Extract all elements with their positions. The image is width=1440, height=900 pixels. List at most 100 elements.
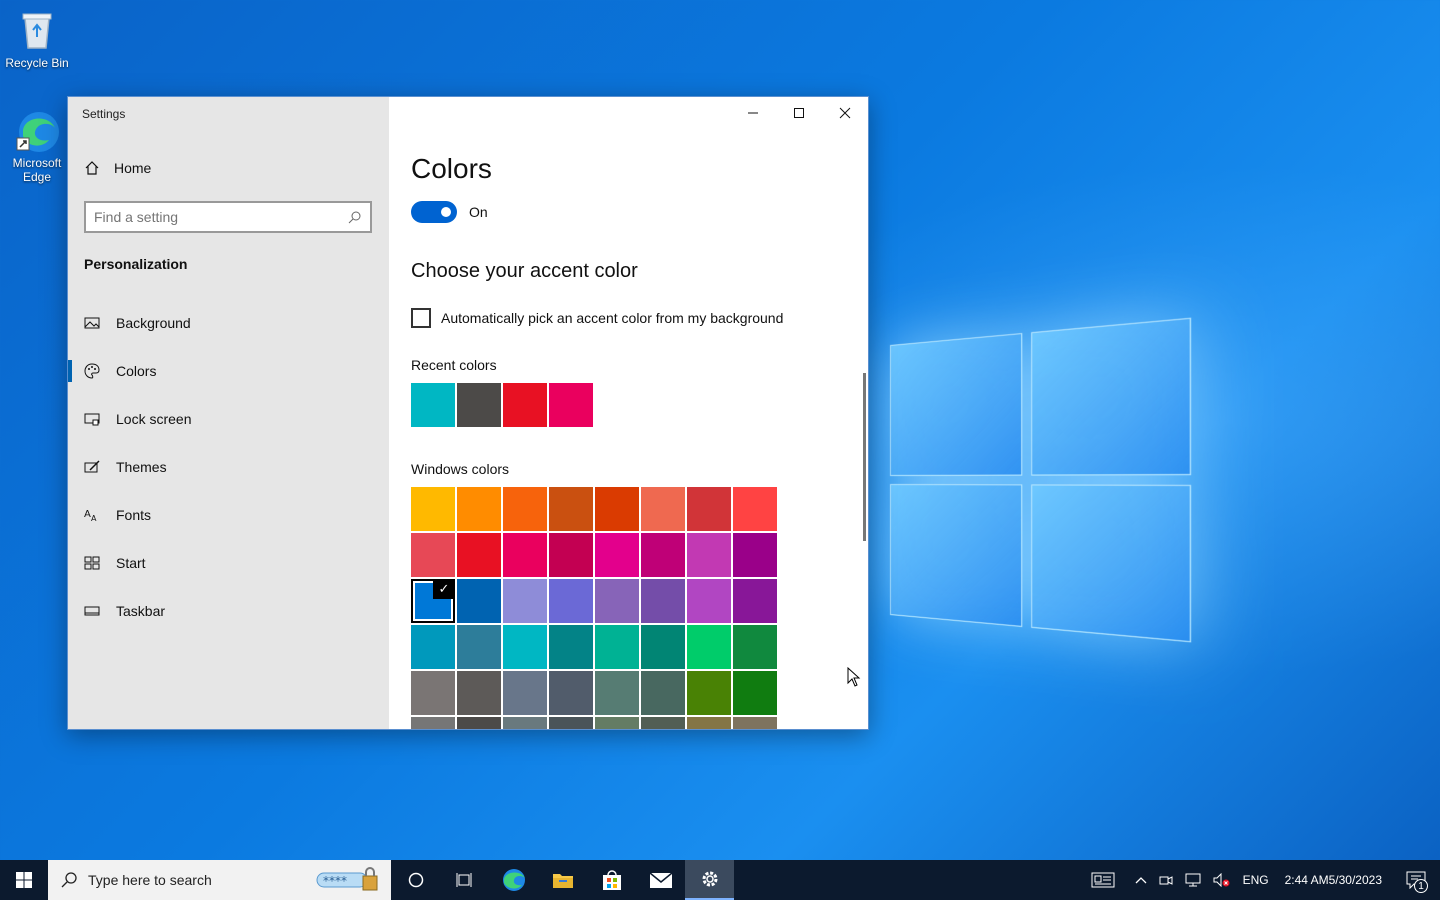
windows-color-swatch[interactable] bbox=[641, 579, 685, 623]
svg-text:A: A bbox=[91, 514, 97, 523]
windows-color-swatch[interactable] bbox=[549, 487, 593, 531]
desktop-icon-recycle-bin[interactable]: Recycle Bin bbox=[1, 8, 73, 70]
windows-color-swatch[interactable] bbox=[411, 533, 455, 577]
clock[interactable]: 2:44 AM 5/30/2023 bbox=[1275, 860, 1392, 900]
taskbar-settings[interactable] bbox=[685, 860, 734, 900]
cortana-button[interactable] bbox=[391, 860, 440, 900]
windows-color-swatch-selected[interactable]: ✓ bbox=[411, 579, 455, 623]
windows-color-swatch[interactable] bbox=[503, 487, 547, 531]
colors-toggle[interactable] bbox=[411, 201, 457, 223]
windows-color-swatch[interactable] bbox=[457, 533, 501, 577]
windows-color-swatch[interactable] bbox=[503, 533, 547, 577]
keyboard-icon bbox=[1091, 872, 1115, 888]
windows-color-swatch[interactable] bbox=[733, 625, 777, 669]
nav-item-colors[interactable]: Colors bbox=[68, 347, 389, 395]
windows-color-swatch[interactable] bbox=[411, 487, 455, 531]
find-setting-input[interactable] bbox=[94, 209, 348, 225]
windows-color-swatch[interactable] bbox=[733, 671, 777, 715]
action-center-button[interactable]: 1 bbox=[1392, 860, 1440, 900]
system-tray: ENG 2:44 AM 5/30/2023 1 bbox=[1085, 860, 1440, 900]
keyboard-tray-button[interactable] bbox=[1085, 860, 1121, 900]
windows-color-swatch[interactable] bbox=[549, 671, 593, 715]
nav-item-background[interactable]: Background bbox=[68, 299, 389, 347]
windows-color-swatch[interactable] bbox=[641, 487, 685, 531]
windows-color-swatch[interactable] bbox=[411, 625, 455, 669]
windows-color-swatch[interactable] bbox=[641, 533, 685, 577]
nav-item-themes[interactable]: Themes bbox=[68, 443, 389, 491]
windows-color-swatch[interactable] bbox=[503, 579, 547, 623]
windows-color-swatch[interactable] bbox=[687, 625, 731, 669]
windows-color-swatch[interactable] bbox=[595, 717, 639, 729]
windows-color-swatch[interactable] bbox=[411, 671, 455, 715]
windows-color-swatch[interactable] bbox=[733, 487, 777, 531]
windows-color-swatch[interactable] bbox=[503, 717, 547, 729]
windows-color-swatch[interactable] bbox=[457, 717, 501, 729]
windows-color-swatch[interactable] bbox=[733, 579, 777, 623]
windows-color-swatch[interactable] bbox=[457, 625, 501, 669]
windows-color-swatch[interactable] bbox=[595, 671, 639, 715]
windows-color-swatch[interactable] bbox=[503, 625, 547, 669]
windows-color-swatch[interactable] bbox=[549, 717, 593, 729]
gear-icon bbox=[702, 871, 717, 887]
windows-color-swatch[interactable] bbox=[503, 671, 547, 715]
folder-icon bbox=[552, 874, 573, 888]
task-view-button[interactable] bbox=[440, 860, 489, 900]
recent-color-swatch[interactable] bbox=[457, 383, 501, 427]
windows-color-swatch[interactable] bbox=[641, 717, 685, 729]
volume-button[interactable] bbox=[1207, 860, 1237, 900]
taskbar-mail[interactable] bbox=[636, 860, 685, 900]
edge-icon bbox=[502, 869, 525, 891]
nav-home[interactable]: Home bbox=[84, 160, 151, 176]
taskbar-edge[interactable] bbox=[489, 860, 538, 900]
windows-color-swatch[interactable] bbox=[687, 579, 731, 623]
nav-item-start[interactable]: Start bbox=[68, 539, 389, 587]
nav-item-fonts[interactable]: AA Fonts bbox=[68, 491, 389, 539]
desktop-icon-edge[interactable]: Microsoft Edge bbox=[1, 108, 73, 184]
windows-color-swatch[interactable] bbox=[549, 533, 593, 577]
desktop-icon-label: Recycle Bin bbox=[5, 56, 69, 70]
windows-color-swatch[interactable] bbox=[595, 487, 639, 531]
windows-color-swatch[interactable] bbox=[411, 717, 455, 729]
windows-color-swatch[interactable] bbox=[549, 625, 593, 669]
windows-color-swatch[interactable] bbox=[595, 579, 639, 623]
windows-color-swatch[interactable] bbox=[457, 671, 501, 715]
meet-now-button[interactable] bbox=[1153, 860, 1179, 900]
nav-item-label: Themes bbox=[116, 459, 167, 475]
windows-color-swatch[interactable] bbox=[687, 717, 731, 729]
language-indicator[interactable]: ENG bbox=[1237, 860, 1275, 900]
recent-color-swatch[interactable] bbox=[549, 383, 593, 427]
close-button[interactable] bbox=[822, 97, 868, 129]
windows-color-swatch[interactable] bbox=[641, 625, 685, 669]
windows-color-swatch[interactable] bbox=[457, 487, 501, 531]
nav-item-label: Fonts bbox=[116, 507, 152, 523]
recent-color-swatch[interactable] bbox=[411, 383, 455, 427]
taskbar-store[interactable] bbox=[587, 860, 636, 900]
windows-color-swatch[interactable] bbox=[733, 717, 777, 729]
start-button[interactable] bbox=[0, 860, 48, 900]
windows-color-swatch[interactable] bbox=[595, 625, 639, 669]
minimize-button[interactable] bbox=[730, 97, 776, 129]
windows-color-swatch[interactable] bbox=[687, 533, 731, 577]
auto-pick-checkbox[interactable] bbox=[411, 308, 431, 328]
nav-item-taskbar[interactable]: Taskbar bbox=[68, 587, 389, 635]
windows-color-swatch[interactable] bbox=[549, 579, 593, 623]
network-icon bbox=[1185, 873, 1201, 887]
find-setting-box[interactable] bbox=[84, 201, 372, 233]
windows-color-swatch[interactable] bbox=[687, 487, 731, 531]
nav-item-label: Colors bbox=[116, 363, 157, 379]
windows-color-swatch[interactable] bbox=[733, 533, 777, 577]
recent-color-swatch[interactable] bbox=[503, 383, 547, 427]
windows-color-swatch[interactable] bbox=[457, 579, 501, 623]
maximize-button[interactable] bbox=[776, 97, 822, 129]
taskbar-file-explorer[interactable] bbox=[538, 860, 587, 900]
content-scrollbar[interactable] bbox=[863, 373, 866, 541]
nav-item-lock-screen[interactable]: Lock screen bbox=[68, 395, 389, 443]
network-button[interactable] bbox=[1179, 860, 1207, 900]
windows-color-swatch[interactable] bbox=[687, 671, 731, 715]
windows-color-swatch[interactable] bbox=[641, 671, 685, 715]
windows-color-swatch[interactable] bbox=[595, 533, 639, 577]
show-hidden-icons-button[interactable] bbox=[1129, 860, 1153, 900]
taskbar-icon bbox=[84, 606, 100, 616]
taskbar-search[interactable]: Type here to search **** bbox=[48, 860, 391, 900]
lock-screen-icon bbox=[84, 413, 100, 426]
